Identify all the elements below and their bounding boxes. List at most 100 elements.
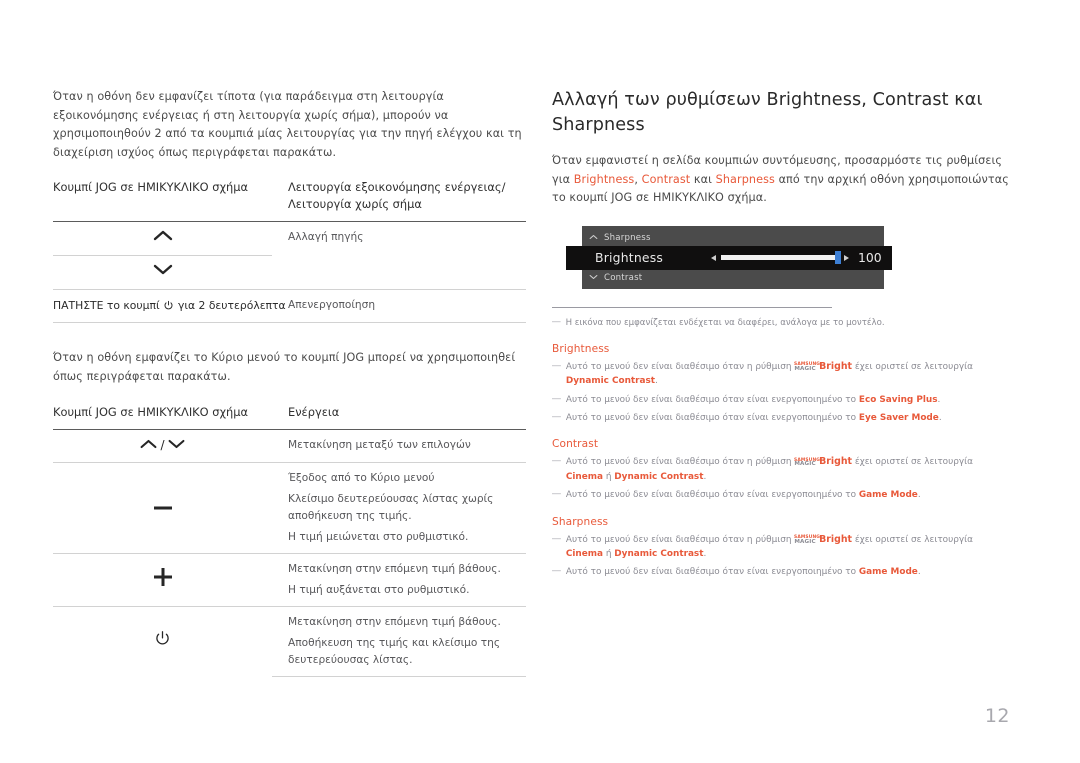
bullet-conj: ή [603, 549, 615, 560]
table1-row1-action: Αλλαγή πηγής [272, 221, 526, 256]
table1-header-key: Κουμπί JOG σε ΗΜΙΚΥΚΛΙΚΟ σχήμα [53, 180, 249, 195]
note-text: Η εικόνα που εμφανίζεται ενδέχεται να δι… [565, 317, 885, 328]
bullet-term-1: Dynamic Contrast [565, 376, 656, 387]
bullet-text-pre: Αυτό το μενού δεν είναι διαθέσιμο όταν ε… [565, 567, 859, 578]
bullet-text-post: . [937, 394, 941, 405]
osd-brightness-label: Brightness [595, 250, 664, 266]
logo-samsung-text: SAMSUNG [794, 534, 821, 540]
table-row: ΠΑΤΗΣΤΕ το κουμπί για 2 δευτερόλεπτα Απε… [53, 289, 526, 324]
bullet-term-1: Eco Saving Plus [858, 394, 938, 405]
slider-track[interactable] [721, 251, 841, 265]
bullet-item: ― Αυτό το μενού δεν είναι διαθέσιμο όταν… [552, 565, 1010, 579]
chevron-up-icon [582, 233, 604, 243]
osd-brightness-value: 100 [858, 250, 882, 266]
magicbright-logo: SAMSUNG MAGIC Bright [794, 455, 852, 469]
term-sharpness: Sharpness [715, 172, 775, 186]
bullet-text-mid: έχει οριστεί σε λειτουργία [852, 534, 973, 545]
bullet-text-pre: Αυτό το μενού δεν είναι διαθέσιμο όταν η… [565, 534, 795, 545]
intro-text-2: , [634, 172, 642, 186]
chevron-up-icon [53, 221, 272, 256]
minus-icon [53, 461, 272, 554]
osd-item-brightness[interactable]: Brightness 100 [566, 245, 892, 270]
osd-shortcut-widget: Sharpness Brightness 100 Contrast [566, 225, 892, 289]
bullet-dash-icon: ― [552, 456, 561, 467]
table2-row1-action-1: Μετακίνηση μεταξύ των επιλογών [272, 428, 526, 463]
table1-header-action: Λειτουργία εξοικονόμησης ενέργειας/Λειτο… [288, 180, 506, 212]
power-icon [53, 605, 272, 677]
table-row: Μετακίνηση στην επόμενη τιμή βάθους. [53, 605, 526, 677]
table2-header-action: Ενέργεια [288, 404, 340, 419]
osd-item-sharpness[interactable]: Sharpness [582, 228, 884, 248]
bullet-term-1: Cinema [565, 549, 604, 560]
bullet-item: ― Αυτό το μενού δεν είναι διαθέσιμο όταν… [552, 533, 1010, 562]
note-divider [552, 306, 832, 308]
logo-magic-text: MAGIC [794, 365, 816, 372]
section-heading: Sharpness [552, 515, 609, 528]
bullet-text-mid: έχει οριστεί σε λειτουργία [852, 361, 973, 372]
section-heading: Contrast [552, 438, 599, 451]
table2-row3-action-1: Μετακίνηση στην επόμενη τιμή βάθους. [272, 552, 526, 580]
triangle-right-icon[interactable] [844, 254, 849, 261]
table-row: Μετακίνηση στην επόμενη τιμή βάθους. [53, 552, 526, 607]
bullet-text-post: . [938, 413, 942, 423]
chevron-down-icon [53, 255, 272, 290]
bullet-text-post: . [917, 490, 921, 501]
bullet-list: ― Αυτό το μενού δεν είναι διαθέσιμο όταν… [552, 533, 1010, 580]
section-contrast: Contrast ― Αυτό το μενού δεν είναι διαθέ… [552, 438, 1010, 502]
model-note: ― Η εικόνα που εμφανίζεται ενδέχεται να … [552, 316, 1010, 330]
logo-samsung-text: SAMSUNG [794, 456, 821, 462]
section-sharpness: Sharpness ― Αυτό το μενού δεν είναι διαθ… [552, 516, 1010, 580]
magicbright-logo: SAMSUNG MAGIC Bright [794, 533, 852, 547]
logo-bright-text: Bright [819, 456, 853, 468]
bullet-dash-icon: ― [552, 566, 561, 577]
bullet-text-pre: Αυτό το μενού δεν είναι διαθέσιμο όταν η… [565, 361, 795, 372]
bullet-item: ― Αυτό το μενού δεν είναι διαθέσιμο όταν… [552, 488, 1010, 502]
bullet-text-post: . [917, 567, 921, 578]
logo-bright-text: Bright [819, 360, 853, 372]
table2-header-key: Κουμπί JOG σε ΗΜΙΚΥΚΛΙΚΟ σχήμα [53, 404, 249, 419]
bullet-dash-icon: ― [552, 393, 561, 404]
logo-magic-text: MAGIC [794, 538, 816, 545]
table-row: Αλλαγή πηγής [53, 221, 526, 256]
table-header-row: Κουμπί JOG σε ΗΜΙΚΥΚΛΙΚΟ σχήμα Λειτουργί… [53, 179, 526, 222]
logo-bright-text: Bright [819, 533, 853, 545]
logo-samsung-text: SAMSUNG [794, 361, 821, 367]
bullet-item: ― Αυτό το μενού δεν είναι διαθέσιμο όταν… [552, 455, 1010, 484]
press-label-before: ΠΑΤΗΣΤΕ το κουμπί [53, 299, 160, 313]
bullet-text-mid: έχει οριστεί σε λειτουργία [852, 457, 973, 468]
bullet-text-pre: Αυτό το μενού δεν είναι διαθέσιμο όταν ε… [565, 490, 859, 501]
bullet-term-2: Dynamic Contrast [614, 471, 704, 482]
bullet-term-1: Cinema [565, 471, 604, 482]
osd-brightness-slider[interactable]: 100 [711, 246, 882, 270]
bullet-term-2: Dynamic Contrast [614, 549, 704, 560]
plus-icon [53, 552, 272, 607]
page-title: Αλλαγή των ρυθμίσεων Brightness, Contras… [552, 90, 983, 135]
section-brightness: Brightness ― Αυτό το μενού δεν είναι δια… [552, 343, 1010, 426]
jog-button-table-2: Κουμπί JOG σε ΗΜΙΚΥΚΛΙΚΟ σχήμα Ενέργεια … [53, 404, 526, 677]
press-label-after: για 2 δευτερόλεπτα [177, 299, 286, 313]
table2-row2-action-2: Κλείσιμο δευτερεύουσας λίστας χωρίς αποθ… [288, 492, 494, 522]
right-column: Αλλαγή των ρυθμίσεων Brightness, Contras… [552, 88, 1010, 584]
magicbright-logo: SAMSUNG MAGIC Bright [794, 360, 852, 374]
table-header-row: Κουμπί JOG σε ΗΜΙΚΥΚΛΙΚΟ σχήμα Ενέργεια [53, 404, 526, 430]
bullet-text-pre: Αυτό το μενού δεν είναι διαθέσιμο όταν ε… [565, 394, 859, 405]
bullet-term-1: Game Mode [858, 490, 918, 501]
intro-text-3: και [690, 172, 716, 186]
bullet-list: ― Αυτό το μενού δεν είναι διαθέσιμο όταν… [552, 455, 1010, 502]
bullet-dash-icon: ― [552, 533, 561, 544]
table-row: Έξοδος από το Κύριο μενού [53, 461, 526, 554]
power-icon [163, 299, 178, 313]
bullet-dash-icon: ― [552, 360, 561, 371]
page-number: 12 [984, 705, 1010, 727]
term-brightness: Brightness [573, 172, 635, 186]
triangle-left-icon[interactable] [711, 254, 716, 261]
bullet-item: ― Αυτό το μενού δεν είναι διαθέσιμο όταν… [552, 360, 1010, 389]
slider-knob[interactable] [835, 251, 841, 265]
bullet-term-1: Eye Saver Mode [858, 413, 939, 423]
logo-magic-text: MAGIC [794, 461, 816, 468]
intro-paragraph-2: Όταν η οθόνη εμφανίζει το Κύριο μενού το… [53, 351, 516, 383]
term-contrast: Contrast [641, 172, 691, 186]
jog-button-table-1: Κουμπί JOG σε ΗΜΙΚΥΚΛΙΚΟ σχήμα Λειτουργί… [53, 179, 526, 324]
osd-item-contrast[interactable]: Contrast [582, 268, 884, 288]
manual-page: Όταν η οθόνη δεν εμφανίζει τίποτα (για π… [0, 0, 1080, 763]
